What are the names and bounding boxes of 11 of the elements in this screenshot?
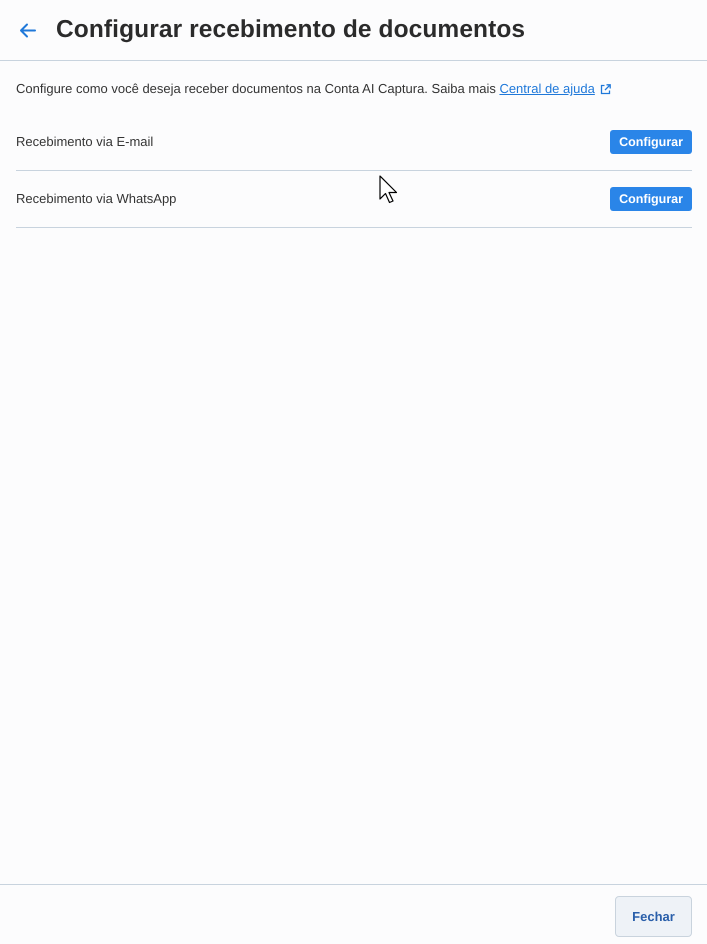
option-label: Recebimento via WhatsApp xyxy=(16,190,176,208)
configure-button[interactable]: Configurar xyxy=(610,130,692,154)
mouse-pointer-icon xyxy=(379,175,398,204)
close-button[interactable]: Fechar xyxy=(615,896,692,937)
page-title: Configurar recebimento de documentos xyxy=(56,15,526,45)
option-label: Recebimento via E-mail xyxy=(16,133,154,152)
help-center-link[interactable]: Central de ajuda xyxy=(499,80,611,98)
back-arrow-icon[interactable] xyxy=(19,22,36,38)
intro-text: Configure como você deseja receber documentos na Conta AI Captura. Saiba mais Central de ajuda xyxy=(16,80,692,98)
external-link-icon xyxy=(600,84,611,94)
configure-button[interactable]: Configurar xyxy=(610,187,692,211)
